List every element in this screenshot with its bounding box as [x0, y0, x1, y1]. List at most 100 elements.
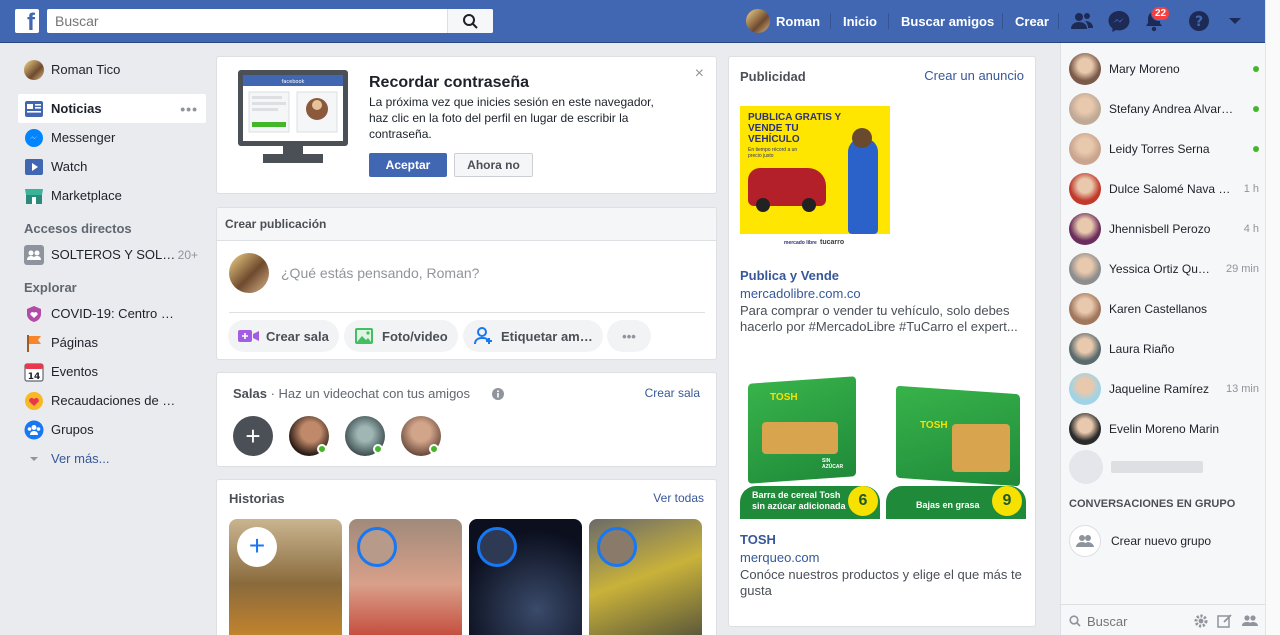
avatar [1069, 133, 1101, 165]
fundraiser-heart-icon [24, 391, 44, 411]
accept-button[interactable]: Aceptar [369, 153, 447, 177]
create-link[interactable]: Crear [1015, 0, 1049, 42]
contact-row[interactable]: Yessica Ortiz Qu… 29 min [1069, 251, 1259, 287]
facebook-logo-icon[interactable]: f [15, 9, 39, 33]
create-group-button[interactable]: Crear nuevo grupo [1069, 523, 1259, 559]
photo-video-button[interactable]: Foto/video [344, 320, 458, 352]
gear-icon[interactable] [1193, 613, 1209, 629]
ad-image-mercadolibre[interactable]: PUBLICA GRATIS Y VENDE TU VEHÍCULO En ti… [740, 106, 890, 258]
new-message-icon[interactable] [1217, 613, 1233, 629]
online-status-dot [1253, 106, 1259, 112]
sidebar-item-covid[interactable]: COVID-19: Centro … [18, 299, 206, 328]
composer-input[interactable]: ¿Qué estás pensando, Roman? [281, 265, 479, 281]
sidebar-item-label: Roman Tico [51, 62, 121, 77]
stories-title: Historias [229, 491, 285, 506]
sidebar-item-label: Marketplace [51, 188, 122, 203]
ad-domain[interactable]: mercadolibre.com.co [740, 286, 861, 301]
sidebar-item-groups[interactable]: Grupos [18, 415, 206, 444]
avatar [1069, 413, 1101, 445]
top-bar: f Roman Inicio Buscar amigos Crear 22 ? [0, 0, 1265, 43]
contact-name: Leidy Torres Serna [1109, 142, 1210, 156]
ad-description: Conóce nuestros productos y elige el que… [740, 567, 1022, 598]
chat-search-input[interactable] [1087, 611, 1187, 631]
sidebar-item-label: SOLTEROS Y SOL… [51, 247, 176, 262]
search-button[interactable] [447, 9, 493, 33]
avatar [24, 59, 44, 80]
photo-video-label: Foto/video [382, 328, 448, 344]
sidebar-item-label: Eventos [51, 364, 98, 379]
sidebar-item-events[interactable]: 14 Eventos [18, 357, 206, 386]
create-room-button[interactable]: Crear sala [228, 320, 339, 352]
avatar [1069, 53, 1101, 85]
contact-row[interactable]: Dulce Salomé Nava … 1 h [1069, 171, 1259, 207]
tosh-caption-right: Bajas en grasa [916, 500, 980, 510]
contact-row[interactable]: Mary Moreno [1069, 51, 1259, 87]
explore-heading: Explorar [24, 280, 77, 295]
video-camera-plus-icon [238, 326, 260, 346]
see-more-link[interactable]: Ver más... [18, 444, 206, 473]
find-friends-link[interactable]: Buscar amigos [901, 0, 994, 42]
ad-title[interactable]: TOSH [740, 532, 776, 547]
home-link[interactable]: Inicio [843, 0, 877, 42]
create-room-label: Crear sala [266, 328, 329, 344]
last-active-time: 29 min [1225, 263, 1259, 275]
events-calendar-icon: 14 [24, 362, 44, 382]
add-story-plus-icon[interactable]: + [237, 527, 277, 567]
contact-row[interactable]: Evelin Moreno Marin [1069, 411, 1259, 447]
contact-row[interactable]: Jaqueline Ramírez 13 min [1069, 371, 1259, 407]
new-group-chat-icon[interactable] [1241, 613, 1259, 629]
ad-image-tosh[interactable]: TOSH SIN AZÚCAR TOSH Barra de cereal Tos… [740, 376, 1026, 519]
sidebar-item-fundraisers[interactable]: Recaudaciones de … [18, 386, 206, 415]
sidebar-item-group-shortcut[interactable]: SOLTEROS Y SOL… 20+ [18, 240, 206, 269]
account-menu-chevron-down-icon[interactable] [1223, 10, 1247, 32]
rooms-title: Salas [233, 386, 267, 401]
avatar [229, 253, 269, 293]
mercadolibre-logo: mercado libre [784, 240, 817, 246]
contact-row[interactable]: Laura Riaño [1069, 331, 1259, 367]
close-icon[interactable]: × [695, 65, 704, 83]
contact-row[interactable]: Karen Castellanos [1069, 291, 1259, 327]
profile-link[interactable]: Roman [746, 0, 820, 42]
contact-row[interactable]: Stefany Andrea Alvar… [1069, 91, 1259, 127]
tosh-count-badge: 9 [992, 486, 1022, 516]
sidebar-item-marketplace[interactable]: Marketplace [18, 181, 206, 210]
ad-domain[interactable]: merqueo.com [740, 550, 819, 565]
tosh-cookies-illustration [952, 424, 1010, 472]
sidebar-item-messenger[interactable]: Messenger [18, 123, 206, 152]
page-scrollbar[interactable] [1265, 0, 1280, 635]
more-options-icon[interactable]: ••• [607, 320, 651, 352]
info-icon[interactable] [492, 388, 504, 400]
shortcuts-heading: Accesos directos [24, 221, 132, 236]
tag-friends-icon [473, 326, 495, 346]
sidebar-item-pages[interactable]: Páginas [18, 328, 206, 357]
friend-requests-icon[interactable] [1070, 10, 1094, 32]
groups-icon [24, 420, 44, 440]
not-now-button[interactable]: Ahora no [454, 153, 533, 177]
sidebar-item-label: Páginas [51, 335, 98, 350]
sidebar-item-label: Recaudaciones de … [51, 393, 176, 408]
create-room-link[interactable]: Crear sala [645, 386, 700, 400]
more-options-icon[interactable]: ••• [180, 101, 198, 117]
search-input[interactable] [47, 9, 445, 33]
create-ad-link[interactable]: Crear un anuncio [924, 68, 1024, 83]
ad-title[interactable]: Publica y Vende [740, 268, 839, 283]
online-status-dot [317, 444, 327, 454]
messenger-icon[interactable] [1107, 10, 1131, 32]
contact-row[interactable]: Jhennisbell Perozo 4 h [1069, 211, 1259, 247]
tosh-box-brand: TOSH [920, 420, 948, 431]
sidebar-item-news-feed[interactable]: Noticias ••• [18, 94, 206, 123]
divider [888, 13, 889, 29]
help-icon[interactable]: ? [1187, 10, 1211, 32]
see-all-stories-link[interactable]: Ver todas [653, 491, 704, 505]
sidebar-item-watch[interactable]: Watch [18, 152, 206, 181]
monitor-illustration: facebook [238, 70, 348, 163]
sidebar-item-profile[interactable]: Roman Tico [18, 55, 206, 84]
avatar [1069, 293, 1101, 325]
contact-row[interactable]: Leidy Torres Serna [1069, 131, 1259, 167]
story-avatar [477, 527, 517, 567]
contact-name: Stefany Andrea Alvar… [1109, 102, 1234, 116]
avatar [746, 9, 770, 33]
tag-friends-button[interactable]: Etiquetar am… [463, 320, 603, 352]
new-room-plus-icon[interactable]: + [233, 416, 273, 456]
search-icon [463, 14, 478, 29]
